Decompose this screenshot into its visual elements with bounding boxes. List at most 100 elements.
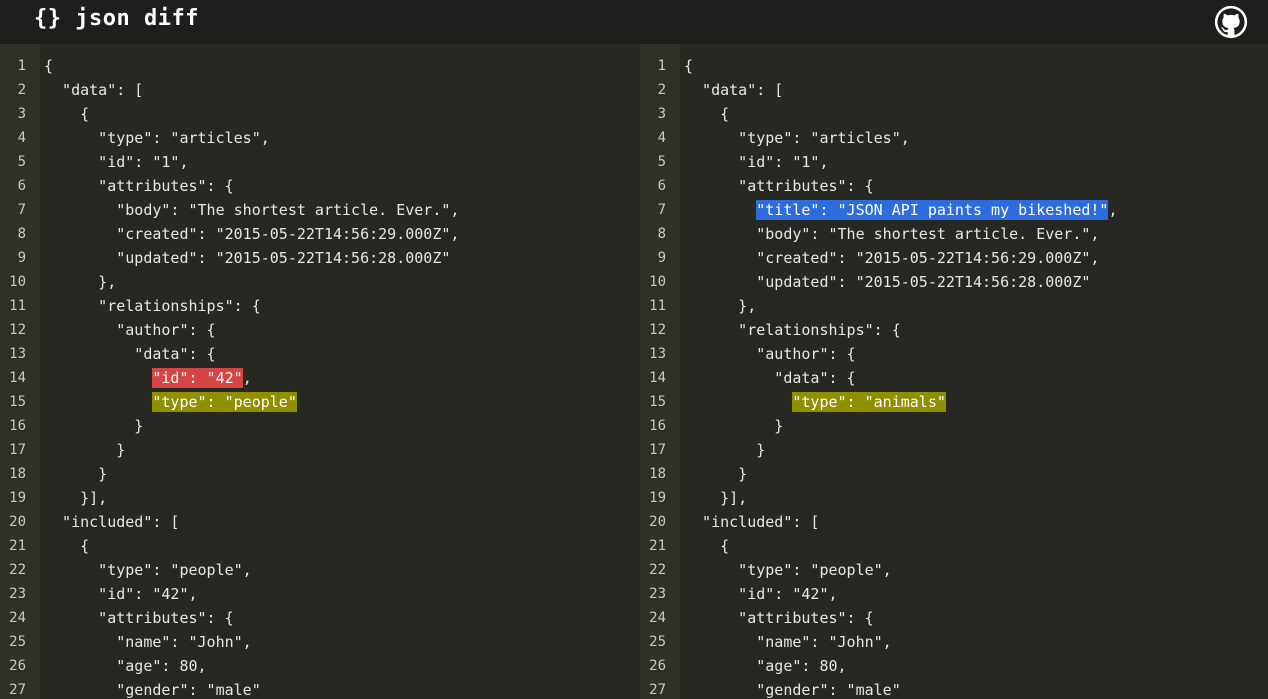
code-text-segment: "attributes": { xyxy=(684,177,874,195)
code-text-segment: "relationships": { xyxy=(684,321,901,339)
code-text: "data": { xyxy=(684,366,855,390)
line-number: 17 xyxy=(649,442,666,458)
line-number: 19 xyxy=(649,490,666,506)
line-number: 26 xyxy=(9,658,26,674)
line-number: 15 xyxy=(9,394,26,410)
code-text-segment: "created": "2015-05-22T14:56:29.000Z", xyxy=(684,249,1100,267)
code-text-segment: "data": { xyxy=(44,345,216,363)
code-text: "name": "John", xyxy=(44,630,252,654)
code-text: "attributes": { xyxy=(44,174,234,198)
line-number: 5 xyxy=(17,154,26,170)
code-text-segment: "body": "The shortest article. Ever.", xyxy=(44,201,460,219)
code-text-segment: "data": [ xyxy=(684,81,784,99)
line-number: 27 xyxy=(649,682,666,698)
code-text-segment: "included": [ xyxy=(684,513,820,531)
code-text: } xyxy=(684,414,783,438)
line-number: 11 xyxy=(9,298,26,314)
code-text: "id": "42", xyxy=(44,366,252,390)
line-number: 9 xyxy=(17,250,26,266)
code-text: "data": { xyxy=(44,342,216,366)
line-number: 23 xyxy=(9,586,26,602)
code-text-segment: } xyxy=(684,417,784,435)
code-text: "relationships": { xyxy=(44,294,261,318)
line-number: 18 xyxy=(9,466,26,482)
code-text: } xyxy=(44,462,107,486)
code-text-segment xyxy=(684,393,792,411)
code-text-segment: "name": "John", xyxy=(44,633,252,651)
line-number: 26 xyxy=(649,658,666,674)
line-number: 19 xyxy=(9,490,26,506)
code-text-segment xyxy=(44,369,152,387)
code-text: { xyxy=(44,54,53,78)
code-text: "included": [ xyxy=(684,510,819,534)
code-text-segment: "data": [ xyxy=(44,81,144,99)
line-number: 3 xyxy=(17,106,26,122)
code-text-segment: "id": "42", xyxy=(684,585,838,603)
code-text-segment: } xyxy=(44,465,108,483)
diff-changed-highlight: "type": "people" xyxy=(152,392,297,412)
code-text: { xyxy=(44,102,89,126)
code-text-segment: , xyxy=(242,369,252,387)
line-number: 7 xyxy=(17,202,26,218)
code-text-segment: "updated": "2015-05-22T14:56:28.000Z" xyxy=(44,249,451,267)
diff-removed-highlight: "id": "42" xyxy=(152,368,243,388)
code-text: }, xyxy=(684,294,756,318)
code-text: "id": "42", xyxy=(44,582,197,606)
code-text: } xyxy=(684,462,747,486)
line-number: 12 xyxy=(649,322,666,338)
code-text-segment: "relationships": { xyxy=(44,297,261,315)
line-number: 14 xyxy=(9,370,26,386)
code-text-segment xyxy=(44,393,152,411)
code-text-segment: "created": "2015-05-22T14:56:29.000Z", xyxy=(44,225,460,243)
line-number: 2 xyxy=(657,82,666,98)
diff-changed-highlight: "type": "animals" xyxy=(792,392,946,412)
code-text: "author": { xyxy=(684,342,856,366)
github-icon[interactable] xyxy=(1214,5,1248,39)
code-text-segment: , xyxy=(1108,201,1118,219)
line-number: 3 xyxy=(657,106,666,122)
github-icon-graphic xyxy=(1214,5,1248,39)
code-text-segment: "gender": "male" xyxy=(44,681,261,699)
code-text: } xyxy=(44,414,143,438)
line-number: 27 xyxy=(9,682,26,698)
line-number: 6 xyxy=(657,178,666,194)
line-number: 6 xyxy=(17,178,26,194)
code-text-segment: { xyxy=(684,537,730,555)
code-text-segment: } xyxy=(684,465,748,483)
code-text-segment: { xyxy=(44,57,54,75)
line-number: 9 xyxy=(657,250,666,266)
code-text-segment: "author": { xyxy=(44,321,216,339)
code-text: "author": { xyxy=(44,318,216,342)
line-number: 21 xyxy=(9,538,26,554)
code-text: "gender": "male" xyxy=(684,678,901,699)
line-number: 20 xyxy=(9,514,26,530)
code-text: "attributes": { xyxy=(684,606,874,630)
code-text: "updated": "2015-05-22T14:56:28.000Z" xyxy=(684,270,1090,294)
code-text-segment: { xyxy=(44,537,90,555)
code-text: "gender": "male" xyxy=(44,678,261,699)
code-text-segment: "name": "John", xyxy=(684,633,892,651)
left-json-pane[interactable]: 1 {2 "data": [3 {4 "type": "articles", 5 "… xyxy=(0,44,640,699)
line-number: 24 xyxy=(9,610,26,626)
code-text-segment: "attributes": { xyxy=(684,609,874,627)
line-number: 4 xyxy=(657,130,666,146)
code-text-segment: "author": { xyxy=(684,345,856,363)
code-text-segment: "age": 80, xyxy=(684,657,847,675)
line-number: 18 xyxy=(649,466,666,482)
code-text: "name": "John", xyxy=(684,630,892,654)
code-text: } xyxy=(44,438,125,462)
right-json-pane[interactable]: 1 {2 "data": [3 {4 "type": "articles", 5 "… xyxy=(640,44,1268,699)
code-text-segment: "attributes": { xyxy=(44,177,234,195)
code-text-segment: { xyxy=(684,105,730,123)
code-text: "data": [ xyxy=(684,78,783,102)
code-text: "attributes": { xyxy=(44,606,233,630)
code-text-segment: "type": "articles", xyxy=(44,129,270,147)
code-text-segment: "updated": "2015-05-22T14:56:28.000Z" xyxy=(684,273,1091,291)
code-text-segment: "gender": "male" xyxy=(684,681,901,699)
code-text-segment: { xyxy=(684,57,694,75)
code-text: "data": [ xyxy=(44,78,143,102)
code-text: { xyxy=(684,102,729,126)
code-text-segment: "body": "The shortest article. Ever.", xyxy=(684,225,1100,243)
line-number: 8 xyxy=(17,226,26,242)
code-text: "created": "2015-05-22T14:56:29.000Z", xyxy=(684,246,1099,270)
